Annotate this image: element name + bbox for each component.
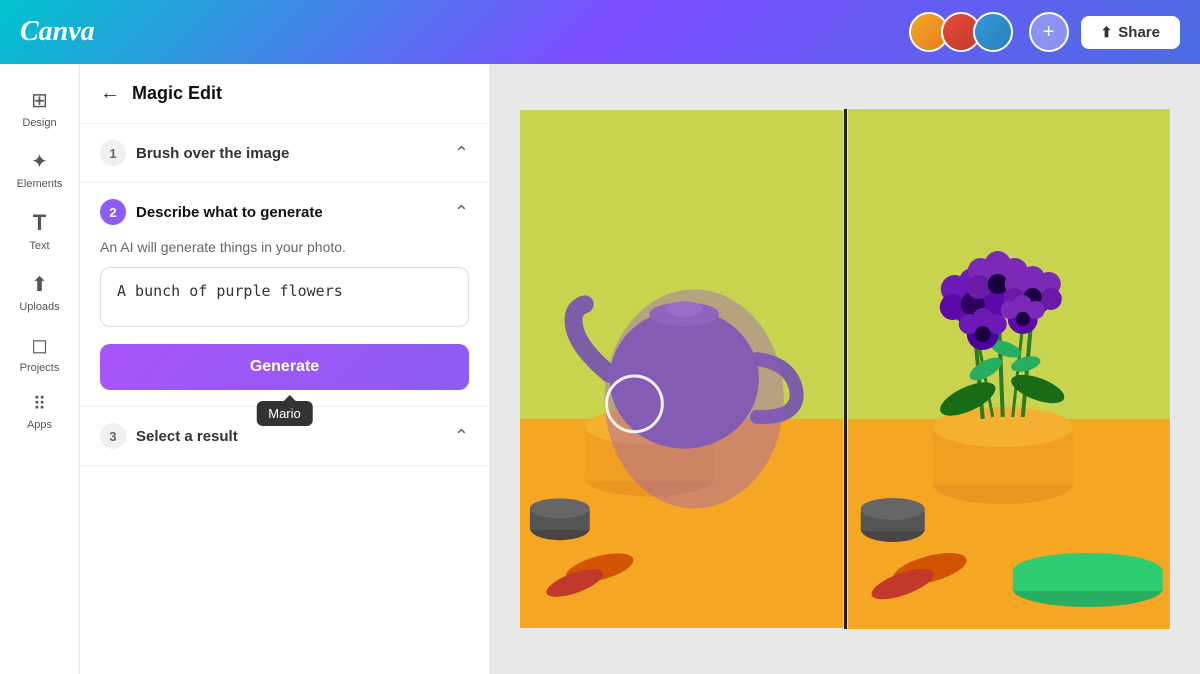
step-1-number: 1 xyxy=(100,140,126,166)
topbar-right: + ⬆ Share xyxy=(909,12,1180,52)
panel-title: Magic Edit xyxy=(132,83,222,104)
sidebar-item-elements[interactable]: ✦ Elements xyxy=(5,141,75,198)
share-icon: ⬆ xyxy=(1101,24,1113,41)
sidebar-item-text[interactable]: T Text xyxy=(5,202,75,260)
add-collaborator-button[interactable]: + xyxy=(1029,12,1069,52)
step-3-title: Select a result xyxy=(136,428,238,445)
step-2-section: 2 Describe what to generate ⌃ An AI will… xyxy=(80,183,489,407)
canvas-content xyxy=(520,109,1170,629)
step-1-section: 1 Brush over the image ⌃ xyxy=(80,124,489,183)
step-2-number: 2 xyxy=(100,199,126,225)
magic-edit-panel: ← Magic Edit 1 Brush over the image ⌃ 2 xyxy=(80,64,490,674)
projects-icon: ◻ xyxy=(31,333,48,358)
user-tooltip: Mario xyxy=(256,401,313,426)
step-2-header[interactable]: 2 Describe what to generate ⌃ xyxy=(100,199,469,225)
apps-icon: ⠿ xyxy=(33,394,46,415)
share-button[interactable]: ⬆ Share xyxy=(1081,16,1180,49)
canvas-right-scene xyxy=(847,109,1171,629)
step-3-collapse-button[interactable]: ⌃ xyxy=(454,426,469,447)
chevron-up-icon-2: ⌃ xyxy=(454,202,469,222)
sidebar-item-design[interactable]: ⊞ Design xyxy=(5,80,75,137)
sidebar-item-apps[interactable]: ⠿ Apps xyxy=(5,386,75,439)
generate-btn-wrapper: Generate Mario xyxy=(100,332,469,390)
canvas-left-scene xyxy=(520,109,844,629)
step-1-title: Brush over the image xyxy=(136,145,289,162)
step-3-header[interactable]: 3 Select a result ⌃ xyxy=(100,423,469,449)
step-2-description: An AI will generate things in your photo… xyxy=(100,239,469,255)
back-button[interactable]: ← xyxy=(100,82,120,105)
text-icon: T xyxy=(33,210,46,236)
uploads-icon: ⬆ xyxy=(31,272,48,297)
avatar-3 xyxy=(973,12,1013,52)
step-2-collapse-button[interactable]: ⌃ xyxy=(454,202,469,223)
chevron-up-icon: ⌃ xyxy=(454,143,469,163)
step-3-number: 3 xyxy=(100,423,126,449)
step-1-collapse-button[interactable]: ⌃ xyxy=(454,143,469,164)
avatar-group xyxy=(909,12,1013,52)
canvas-right xyxy=(847,109,1171,629)
chevron-up-icon-3: ⌃ xyxy=(454,426,469,446)
panel-header: ← Magic Edit xyxy=(80,64,489,124)
back-icon: ← xyxy=(100,82,120,105)
canvas-left xyxy=(520,109,844,629)
step-1-header[interactable]: 1 Brush over the image ⌃ xyxy=(100,140,469,166)
sidebar-item-projects[interactable]: ◻ Projects xyxy=(5,325,75,382)
generate-button[interactable]: Generate xyxy=(100,344,469,390)
topbar: Canva + ⬆ Share xyxy=(0,0,1200,64)
canva-logo: Canva xyxy=(20,16,95,48)
elements-icon: ✦ xyxy=(31,149,48,174)
design-icon: ⊞ xyxy=(31,88,48,113)
canvas-area xyxy=(490,64,1200,674)
sidebar-item-uploads[interactable]: ⬆ Uploads xyxy=(5,264,75,321)
generate-description-input[interactable] xyxy=(100,267,469,327)
canvas-divider xyxy=(844,109,847,629)
step-2-title: Describe what to generate xyxy=(136,204,323,221)
icon-sidebar: ⊞ Design ✦ Elements T Text ⬆ Uploads ◻ P… xyxy=(0,64,80,674)
main-area: ⊞ Design ✦ Elements T Text ⬆ Uploads ◻ P… xyxy=(0,64,1200,674)
step-2-content: An AI will generate things in your photo… xyxy=(100,239,469,390)
